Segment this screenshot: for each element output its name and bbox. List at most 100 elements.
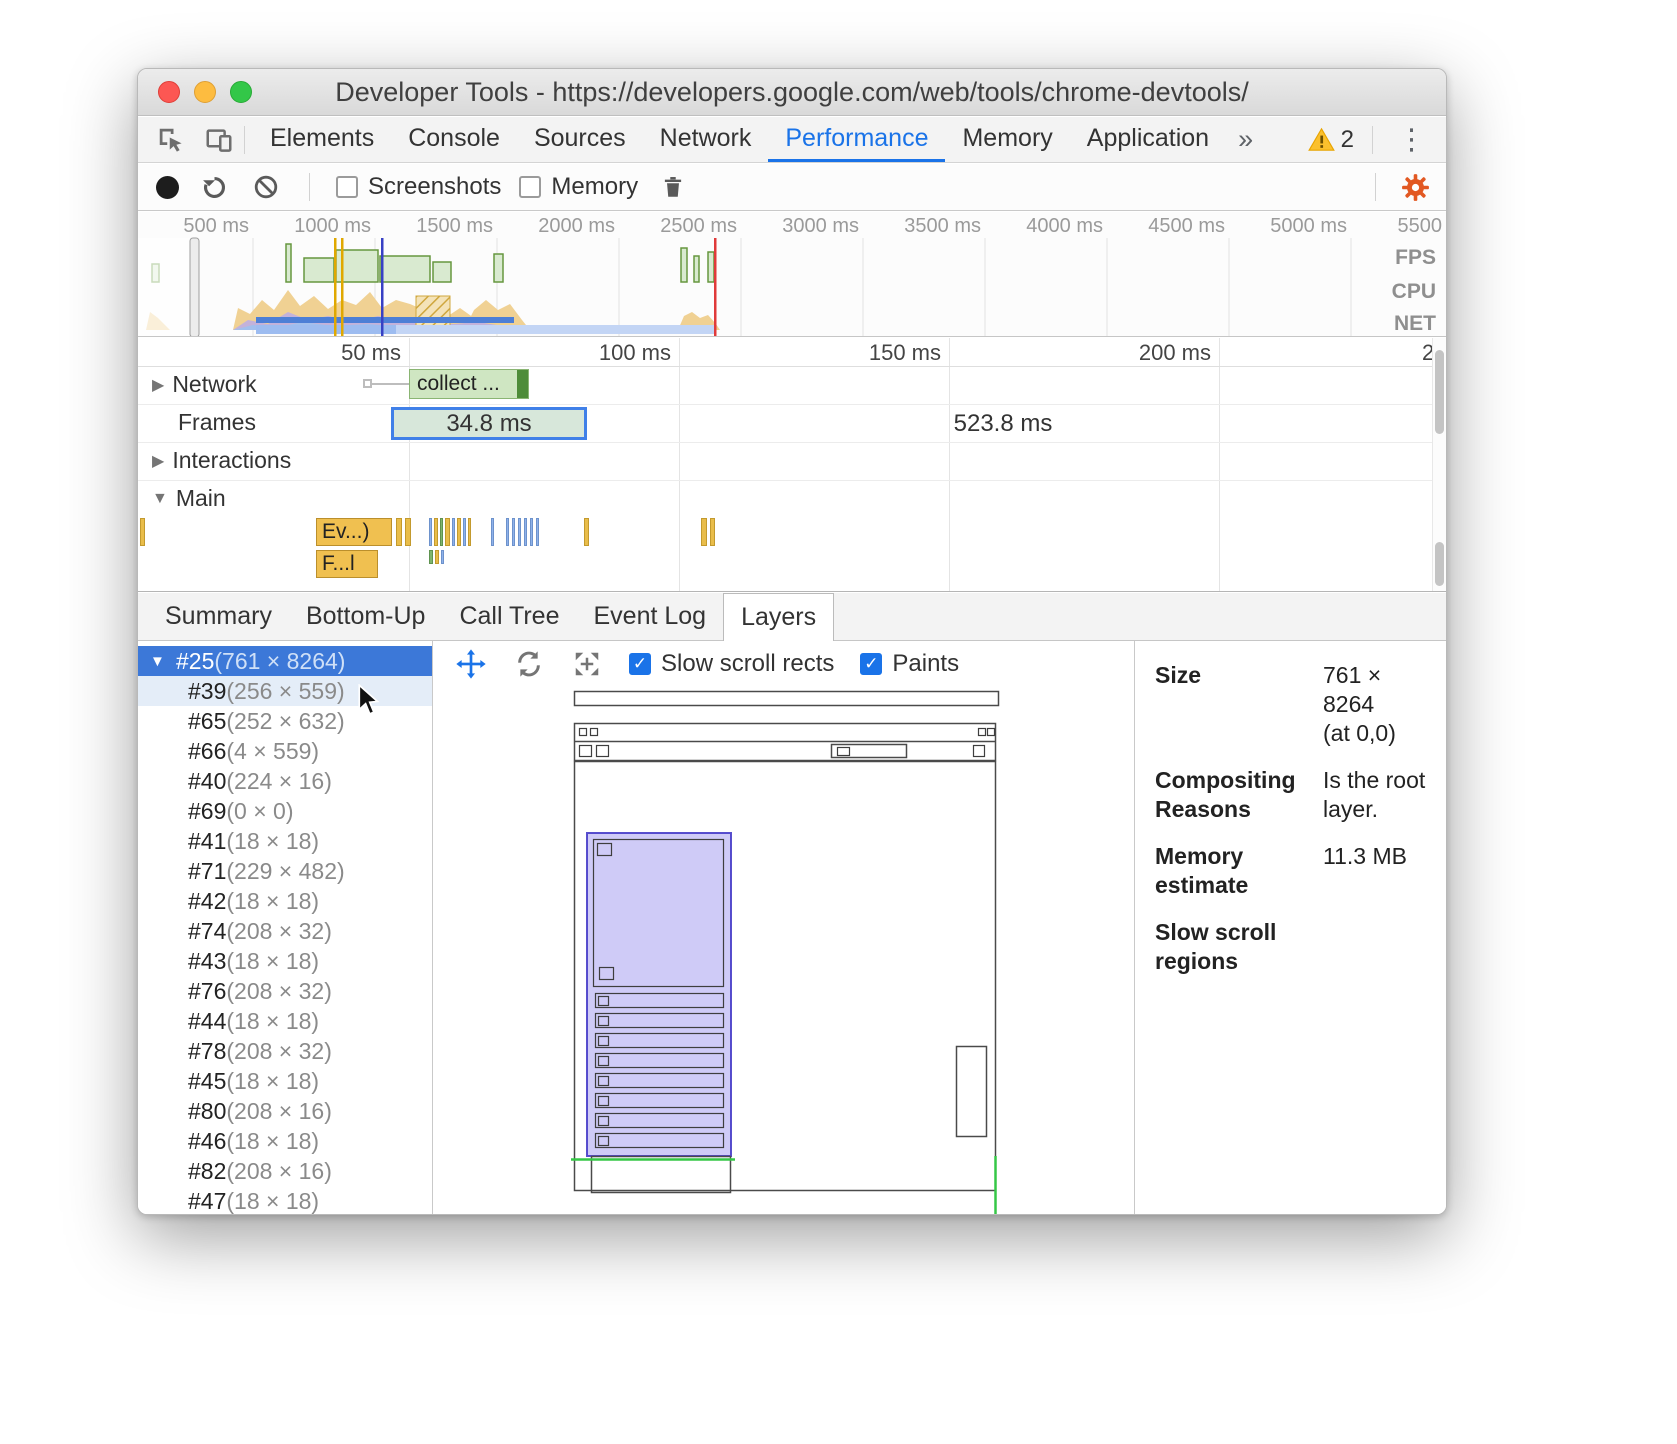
network-row-label[interactable]: ▶ Network (152, 371, 257, 398)
layer-tree-item[interactable]: #42(18 × 18) (138, 886, 432, 916)
record-button[interactable] (156, 176, 179, 199)
scrollbar-thumb[interactable] (1435, 542, 1444, 586)
layer-visualization[interactable] (433, 686, 1136, 1215)
panel-tab-summary[interactable]: Summary (148, 593, 289, 640)
layer-tree-item[interactable]: #69(0 × 0) (138, 796, 432, 826)
selected-frame[interactable]: 34.8 ms (391, 407, 587, 440)
layers-tree: ▼#25(761 × 8264)#39(256 × 559)#65(252 × … (138, 641, 433, 1215)
tab-performance[interactable]: Performance (768, 117, 945, 162)
layer-id: #43 (188, 948, 226, 975)
activity-bar (468, 518, 471, 546)
row-divider (138, 480, 1432, 481)
slow-scroll-rects-label: Slow scroll rects (661, 650, 834, 678)
panel-tab-layers[interactable]: Layers (723, 593, 834, 641)
detail-value: 11.3 MB (1323, 842, 1432, 900)
screenshots-checkbox[interactable] (336, 176, 358, 198)
rotate-mode-button[interactable] (513, 648, 545, 680)
activity-bar (435, 550, 439, 564)
memory-option[interactable]: Memory (519, 173, 638, 201)
layers-toolbar: Slow scroll rects Paints (433, 641, 1136, 686)
activity-bar (506, 518, 509, 546)
frames-row-label[interactable]: Frames (178, 409, 256, 436)
layer-tree-item[interactable]: #44(18 × 18) (138, 1006, 432, 1036)
main-track[interactable]: Ev...) F...l (138, 518, 1434, 580)
detail-label: Slow scroll regions (1155, 918, 1323, 976)
timeline-overview[interactable]: 500 ms1000 ms1500 ms2000 ms2500 ms3000 m… (138, 212, 1446, 337)
memory-checkbox[interactable] (519, 176, 541, 198)
activity-bar (452, 518, 455, 546)
layer-tree-item[interactable]: #80(208 × 16) (138, 1096, 432, 1126)
main-row-label[interactable]: ▼ Main (152, 485, 226, 512)
overview-time-label: 500 ms (153, 215, 249, 238)
layer-tree-item[interactable]: #39(256 × 559) (138, 676, 432, 706)
layer-tree-item[interactable]: #43(18 × 18) (138, 946, 432, 976)
layer-tree-item[interactable]: #41(18 × 18) (138, 826, 432, 856)
overview-left-handle[interactable] (190, 238, 199, 337)
garbage-collect-button[interactable] (656, 170, 690, 204)
function-call-bar[interactable]: F...l (316, 550, 378, 578)
pan-mode-button[interactable] (455, 648, 487, 680)
perfbar-right (1367, 170, 1446, 204)
layer-tree-item[interactable]: ▼#25(761 × 8264) (138, 646, 432, 676)
reset-view-button[interactable] (571, 648, 603, 680)
slow-scroll-rects-checkbox[interactable] (629, 653, 651, 675)
devtools-menu-button[interactable]: ⋮ (1391, 122, 1432, 157)
layer-tree-item[interactable]: #46(18 × 18) (138, 1126, 432, 1156)
layer-size: (4 × 559) (226, 738, 319, 765)
more-tabs-button[interactable]: » (1226, 117, 1265, 162)
tab-application[interactable]: Application (1070, 117, 1226, 162)
scrollbar-thumb[interactable] (1435, 350, 1444, 434)
layer-tree-item[interactable]: #66(4 × 559) (138, 736, 432, 766)
activity-bar (429, 518, 432, 546)
layer-tree-item[interactable]: #78(208 × 32) (138, 1036, 432, 1066)
activity-bar (530, 518, 533, 546)
layer-size: (208 × 16) (226, 1158, 332, 1185)
tab-console[interactable]: Console (391, 117, 517, 162)
expand-triangle-icon[interactable]: ▼ (150, 653, 176, 670)
long-frame[interactable]: 523.8 ms (838, 409, 1168, 439)
flame-chart[interactable]: 50 ms100 ms150 ms200 ms2 ▶ Network Frame… (138, 338, 1446, 592)
collapse-triangle-icon[interactable]: ▶ (152, 375, 164, 395)
tab-sources[interactable]: Sources (517, 117, 643, 162)
window-title: Developer Tools - https://developers.goo… (138, 69, 1446, 116)
capture-settings-button[interactable] (1398, 170, 1432, 204)
event-bar[interactable]: Ev...) (316, 518, 392, 546)
layer-tree-item[interactable]: #45(18 × 18) (138, 1066, 432, 1096)
detail-value (1323, 918, 1432, 976)
paints-option[interactable]: Paints (860, 650, 959, 678)
separator (1372, 126, 1373, 154)
layer-id: #82 (188, 1158, 226, 1185)
layer-tree-item[interactable]: #71(229 × 482) (138, 856, 432, 886)
separator (244, 126, 245, 154)
layer-size: (252 × 632) (226, 708, 344, 735)
panel-tab-call-tree[interactable]: Call Tree (442, 593, 576, 640)
inspect-element-button[interactable] (154, 123, 188, 157)
interactions-row-label[interactable]: ▶ Interactions (152, 447, 291, 474)
device-toolbar-button[interactable] (202, 123, 236, 157)
network-request-bar[interactable]: collect ... (409, 369, 529, 399)
flame-scrollbar[interactable] (1432, 338, 1446, 591)
tab-network[interactable]: Network (643, 117, 769, 162)
detail-value: 761 × 8264(at 0,0) (1323, 661, 1432, 748)
layer-tree-item[interactable]: #82(208 × 16) (138, 1156, 432, 1186)
paints-checkbox[interactable] (860, 653, 882, 675)
slow-scroll-rects-option[interactable]: Slow scroll rects (629, 650, 834, 678)
screenshots-option[interactable]: Screenshots (336, 173, 501, 201)
layer-tree-item[interactable]: #47(18 × 18) (138, 1186, 432, 1215)
layer-tree-item[interactable]: #40(224 × 16) (138, 766, 432, 796)
layer-id: #25 (176, 648, 214, 675)
expand-triangle-icon[interactable]: ▼ (152, 490, 168, 508)
layer-id: #46 (188, 1128, 226, 1155)
panel-tab-event-log[interactable]: Event Log (577, 593, 724, 640)
tab-memory[interactable]: Memory (945, 117, 1069, 162)
overview-time-label: 2500 ms (641, 215, 737, 238)
clear-recording-button[interactable] (249, 170, 283, 204)
panel-tab-bottom-up[interactable]: Bottom-Up (289, 593, 442, 640)
collapse-triangle-icon[interactable]: ▶ (152, 451, 164, 471)
layer-tree-item[interactable]: #65(252 × 632) (138, 706, 432, 736)
reload-and-profile-button[interactable] (197, 170, 231, 204)
layer-tree-item[interactable]: #74(208 × 32) (138, 916, 432, 946)
layer-tree-item[interactable]: #76(208 × 32) (138, 976, 432, 1006)
console-warnings-button[interactable]: 2 (1308, 126, 1354, 154)
tab-elements[interactable]: Elements (253, 117, 391, 162)
